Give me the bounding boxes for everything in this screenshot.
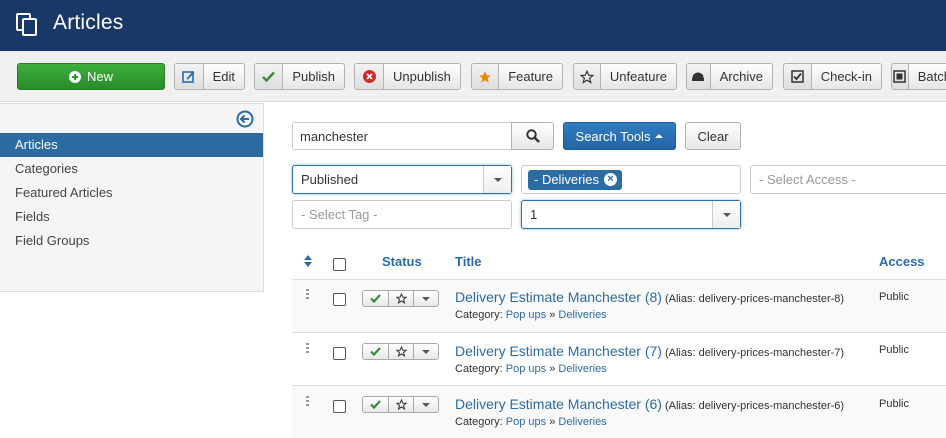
publish-button[interactable]: Publish <box>254 63 345 90</box>
archive-button[interactable]: Archive <box>686 63 773 90</box>
category-link[interactable]: Deliveries <box>558 363 606 375</box>
title-column-header[interactable]: Title <box>455 254 482 269</box>
x-circle-icon <box>355 64 384 89</box>
collapse-arrow-icon[interactable] <box>236 110 254 128</box>
drag-handle-icon[interactable] <box>306 289 310 301</box>
checkbox-check-icon <box>784 64 812 89</box>
article-alias: (Alias: delivery-prices-manchester-6) <box>664 400 845 412</box>
article-alias: (Alias: delivery-prices-manchester-7) <box>664 347 845 359</box>
edit-icon <box>175 64 204 89</box>
batch-button[interactable]: Batch <box>891 63 946 90</box>
chevron-down-icon <box>422 349 430 354</box>
search-tools-button[interactable]: Search Tools <box>563 122 676 150</box>
published-toggle[interactable] <box>363 291 389 306</box>
search-input[interactable] <box>292 122 512 150</box>
sidebar: Articles Categories Featured Articles Fi… <box>0 103 264 292</box>
category-link[interactable]: Deliveries <box>558 309 606 321</box>
status-button-group <box>362 343 439 360</box>
row-title: Delivery Estimate Manchester (8) (Alias: … <box>455 289 844 305</box>
drag-handle-icon[interactable] <box>306 396 310 408</box>
row-access: Public <box>879 344 909 356</box>
checkin-button[interactable]: Check-in <box>783 63 882 90</box>
featured-toggle[interactable] <box>389 344 414 359</box>
check-icon <box>255 64 284 89</box>
category-parent-link[interactable]: Pop ups <box>506 416 546 428</box>
new-button[interactable]: New <box>17 63 165 90</box>
remove-chip-icon[interactable]: × <box>604 173 618 186</box>
toolbar: New Edit Publish Unpublish Feature Unfea… <box>0 51 946 102</box>
category-link[interactable]: Deliveries <box>558 416 606 428</box>
actions-dropdown[interactable] <box>414 397 438 412</box>
sidebar-item-featured-articles[interactable]: Featured Articles <box>0 181 263 205</box>
header-bar: Articles <box>0 0 946 51</box>
row-access: Public <box>879 291 909 303</box>
category-chip: - Deliveries × <box>528 169 623 190</box>
chevron-down-icon <box>422 296 430 301</box>
chevron-down-icon <box>422 402 430 407</box>
row-title: Delivery Estimate Manchester (7) (Alias: … <box>455 343 844 359</box>
category-parent-link[interactable]: Pop ups <box>506 309 546 321</box>
plus-circle-icon <box>68 70 81 83</box>
batch-icon <box>892 64 909 89</box>
search-button[interactable] <box>511 122 554 150</box>
status-button-group <box>362 396 439 413</box>
row-access: Public <box>879 398 909 410</box>
star-outline-icon <box>395 399 407 410</box>
access-column-header[interactable]: Access <box>879 254 925 269</box>
featured-toggle[interactable] <box>389 291 414 306</box>
row-checkbox[interactable] <box>333 400 346 413</box>
published-toggle[interactable] <box>363 344 389 359</box>
row-title: Delivery Estimate Manchester (6) (Alias: … <box>455 396 844 412</box>
row-category: Category: Pop ups » Deliveries <box>455 363 607 375</box>
check-icon <box>370 347 381 356</box>
sidebar-item-field-groups[interactable]: Field Groups <box>0 229 263 253</box>
unfeature-button[interactable]: Unfeature <box>573 63 677 90</box>
row-category: Category: Pop ups » Deliveries <box>455 309 607 321</box>
feature-button[interactable]: Feature <box>471 63 563 90</box>
category-parent-link[interactable]: Pop ups <box>506 363 546 375</box>
status-filter-select[interactable]: Published <box>292 165 512 194</box>
featured-toggle[interactable] <box>389 397 414 412</box>
article-title-link[interactable]: Delivery Estimate Manchester (7) <box>455 343 662 359</box>
star-outline-icon <box>395 293 407 304</box>
article-alias: (Alias: delivery-prices-manchester-8) <box>664 293 845 305</box>
clear-button[interactable]: Clear <box>685 122 741 150</box>
chevron-down-icon <box>712 201 740 228</box>
chevron-down-icon <box>483 166 511 193</box>
row-category: Category: Pop ups » Deliveries <box>455 416 607 428</box>
caret-up-icon <box>655 134 664 138</box>
page-title: Articles <box>53 11 124 34</box>
status-column-header[interactable]: Status <box>382 254 422 269</box>
select-all-checkbox[interactable] <box>333 258 346 271</box>
check-icon <box>370 294 381 303</box>
sort-icon[interactable] <box>303 254 313 268</box>
access-filter-select[interactable]: - Select Access - <box>750 165 946 194</box>
sidebar-item-fields[interactable]: Fields <box>0 205 263 229</box>
actions-dropdown[interactable] <box>414 344 438 359</box>
row-checkbox[interactable] <box>333 293 346 306</box>
unpublish-button[interactable]: Unpublish <box>354 63 461 90</box>
article-title-link[interactable]: Delivery Estimate Manchester (6) <box>455 396 662 412</box>
row-checkbox[interactable] <box>333 347 346 360</box>
tag-filter-select[interactable]: - Select Tag - <box>292 200 512 229</box>
sidebar-item-articles[interactable]: Articles <box>0 133 263 157</box>
sidebar-item-categories[interactable]: Categories <box>0 157 263 181</box>
edit-button[interactable]: Edit <box>174 63 245 90</box>
articles-stack-icon <box>16 13 37 36</box>
archive-icon <box>687 64 711 89</box>
article-title-link[interactable]: Delivery Estimate Manchester (8) <box>455 289 662 305</box>
check-icon <box>370 400 381 409</box>
level-filter-select[interactable]: 1 <box>521 200 741 229</box>
star-outline-icon <box>395 346 407 357</box>
star-icon <box>472 64 500 89</box>
drag-handle-icon[interactable] <box>306 343 310 355</box>
new-button-label: New <box>86 69 113 84</box>
published-toggle[interactable] <box>363 397 389 412</box>
star-outline-icon <box>574 64 601 89</box>
status-button-group <box>362 290 439 307</box>
category-filter-select[interactable]: - Deliveries × <box>521 165 741 194</box>
actions-dropdown[interactable] <box>414 291 438 306</box>
search-icon <box>525 129 540 143</box>
